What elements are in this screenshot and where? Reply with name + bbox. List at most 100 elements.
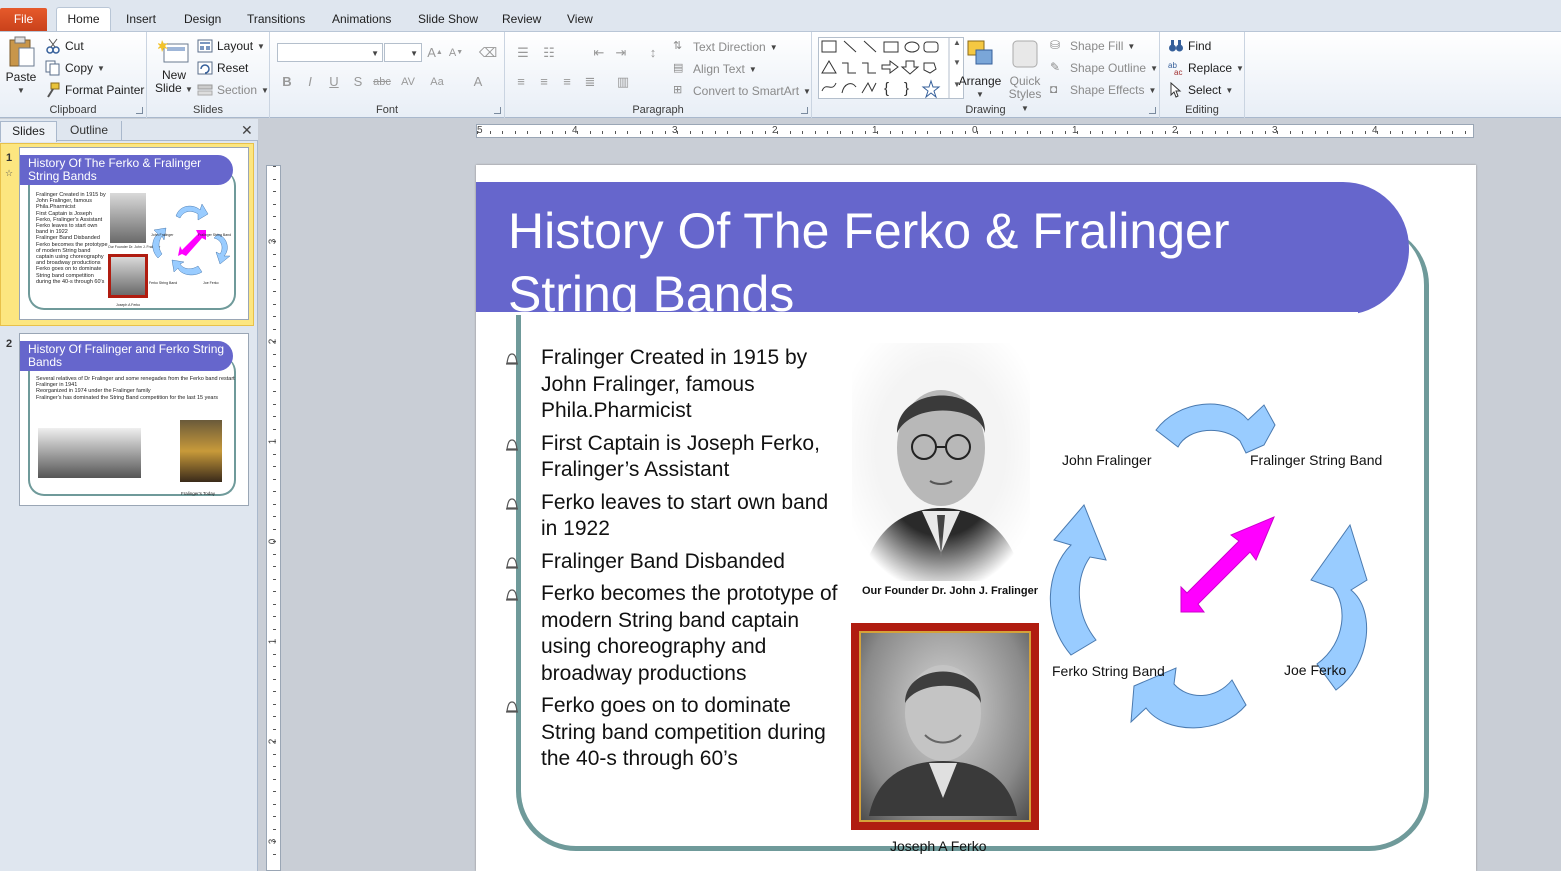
grow-font-icon[interactable]: A ▲	[425, 43, 445, 62]
tab-slide-show[interactable]: Slide Show	[418, 12, 478, 26]
format-painter-button[interactable]: Format Painter	[45, 82, 144, 98]
shape-fill-button[interactable]: ⛁ Shape Fill ▼	[1050, 38, 1135, 54]
ruler-tick	[902, 131, 903, 134]
layout-button[interactable]: Layout ▼	[197, 38, 265, 54]
bold-button[interactable]: B	[277, 72, 297, 91]
columns-icon[interactable]: ▥	[613, 72, 633, 91]
ruler-tick	[964, 131, 966, 134]
font-size-field[interactable]: ▼	[384, 43, 422, 62]
ruler-tick	[1052, 131, 1053, 134]
find-button[interactable]: Find	[1168, 38, 1211, 54]
editing-group: Find ab ac Replace ▼ Select ▼ Editing	[1160, 32, 1245, 118]
underline-button[interactable]: U	[324, 72, 344, 91]
line-spacing-icon[interactable]: ↕	[643, 43, 663, 62]
paste-button[interactable]: Paste ▼	[4, 36, 38, 97]
thumbnail-slide-1[interactable]: History Of The Ferko & Fralinger String …	[19, 147, 249, 320]
slide-canvas[interactable]: History Of The Ferko & Fralinger String …	[476, 165, 1476, 871]
ruler-tick	[727, 131, 728, 134]
change-case-button[interactable]: Aa	[427, 72, 447, 91]
decrease-indent-icon[interactable]: ⇤	[589, 43, 609, 62]
ruler-tick	[1064, 131, 1066, 134]
tab-file[interactable]: File	[0, 8, 47, 32]
slides-group: New Slide ▼ Layout ▼ Reset Section ▼ Sli…	[147, 32, 270, 118]
thumbnail-slide-2[interactable]: History Of Fralinger and Ferko String Ba…	[19, 333, 249, 506]
ruler-tick	[927, 131, 928, 134]
new-slide-button[interactable]: New Slide ▼	[153, 38, 195, 96]
cycle-diagram[interactable]	[1026, 360, 1416, 770]
bell-bullet-icon	[506, 353, 518, 365]
strikethrough-button[interactable]: abc	[372, 72, 392, 91]
ruler-tick	[639, 131, 641, 134]
tab-view[interactable]: View	[567, 12, 593, 26]
tab-home[interactable]: Home	[56, 7, 111, 33]
paragraph-launcher-icon[interactable]	[801, 107, 808, 114]
align-right-icon[interactable]: ≡	[557, 72, 577, 91]
clear-formatting-icon[interactable]: ⌫	[478, 43, 498, 62]
founder-photo[interactable]	[852, 343, 1030, 581]
tab-outline[interactable]: Outline	[57, 121, 122, 141]
bullet-item: Fralinger Band Disbanded	[504, 549, 844, 576]
convert-smartart-button[interactable]: ⊞ Convert to SmartArt ▼	[673, 83, 811, 99]
reset-button[interactable]: Reset	[197, 60, 248, 76]
font-color-icon[interactable]: A	[468, 72, 488, 91]
italic-button[interactable]: I	[300, 72, 320, 91]
character-spacing-button[interactable]: AV	[398, 72, 418, 91]
shape-effects-button[interactable]: ◘ Shape Effects ▼	[1050, 82, 1156, 98]
tab-insert[interactable]: Insert	[126, 12, 156, 26]
cut-button[interactable]: Cut	[45, 38, 84, 54]
align-text-button[interactable]: ▤ Align Text ▼	[673, 61, 757, 77]
bullet-list[interactable]: Fralinger Created in 1915 by John Fralin…	[504, 345, 844, 779]
justify-icon[interactable]: ≣	[580, 72, 600, 91]
ruler-tick	[1227, 131, 1228, 134]
ruler-tick	[273, 791, 276, 792]
ferko-photo[interactable]	[851, 623, 1039, 830]
shape-outline-label: Shape Outline	[1070, 61, 1147, 75]
select-button[interactable]: Select ▼	[1168, 82, 1233, 98]
tab-transitions[interactable]: Transitions	[247, 12, 305, 26]
clipboard-launcher-icon[interactable]	[136, 107, 143, 114]
font-group: ▼ ▼ A ▲ A ▼ ⌫ B I U S abc AV Aa A Font	[270, 32, 505, 118]
ruler-tick	[1414, 131, 1416, 134]
clipboard-label: Clipboard	[49, 104, 97, 116]
ruler-tick	[1039, 131, 1041, 134]
bullets-icon[interactable]: ☰	[513, 43, 533, 62]
replace-dropdown-icon: ▼	[1236, 63, 1244, 73]
ruler-tick	[889, 131, 891, 134]
cycle-label-joe-ferko: Joe Ferko	[1284, 662, 1347, 678]
shapes-gallery[interactable]: { }	[818, 37, 964, 99]
bullet-text: Ferko leaves to start own band in 1922	[541, 490, 829, 541]
replace-icon: abac	[1168, 61, 1182, 76]
font-size-dropdown-icon: ▼	[410, 49, 418, 58]
ruler-tick	[273, 703, 276, 705]
increase-indent-icon[interactable]: ⇥	[611, 43, 631, 62]
tab-design[interactable]: Design	[184, 12, 221, 26]
bullet-text: First Captain is Joseph Ferko, Fralinger…	[541, 431, 820, 482]
align-left-icon[interactable]: ≡	[511, 72, 531, 91]
pane-tabs: Slides Outline ✕	[0, 119, 258, 142]
ruler-tick	[852, 131, 853, 134]
copy-button[interactable]: Copy ▼	[45, 60, 105, 76]
ruler-tick	[1277, 131, 1278, 134]
shadow-button[interactable]: S	[348, 72, 368, 91]
select-dropdown-icon: ▼	[1225, 85, 1234, 95]
numbering-icon[interactable]: ☷	[539, 43, 559, 62]
shrink-font-icon[interactable]: A ▼	[446, 43, 466, 62]
close-pane-icon[interactable]: ✕	[241, 122, 253, 139]
drawing-launcher-icon[interactable]	[1149, 107, 1156, 114]
section-button[interactable]: Section ▼	[197, 82, 269, 98]
text-direction-dropdown-icon: ▼	[769, 42, 778, 52]
slide-title[interactable]: History Of The Ferko & Fralinger String …	[508, 200, 1348, 326]
ruler-tick	[273, 391, 276, 392]
font-name-field[interactable]: ▼	[277, 43, 383, 62]
arrange-button[interactable]: Arrange ▼	[956, 38, 1004, 101]
shape-outline-button[interactable]: ✎ Shape Outline ▼	[1050, 60, 1158, 76]
tab-animations[interactable]: Animations	[332, 12, 391, 26]
replace-button[interactable]: ab ac Replace ▼	[1168, 60, 1244, 76]
align-center-icon[interactable]: ≡	[534, 72, 554, 91]
tab-review[interactable]: Review	[502, 12, 541, 26]
ferko-caption: Joseph A Ferko	[890, 838, 987, 854]
tab-slides[interactable]: Slides	[0, 121, 57, 142]
font-launcher-icon[interactable]	[494, 107, 501, 114]
ruler-tick	[273, 716, 276, 717]
text-direction-button[interactable]: ⇅ Text Direction ▼	[673, 39, 778, 55]
